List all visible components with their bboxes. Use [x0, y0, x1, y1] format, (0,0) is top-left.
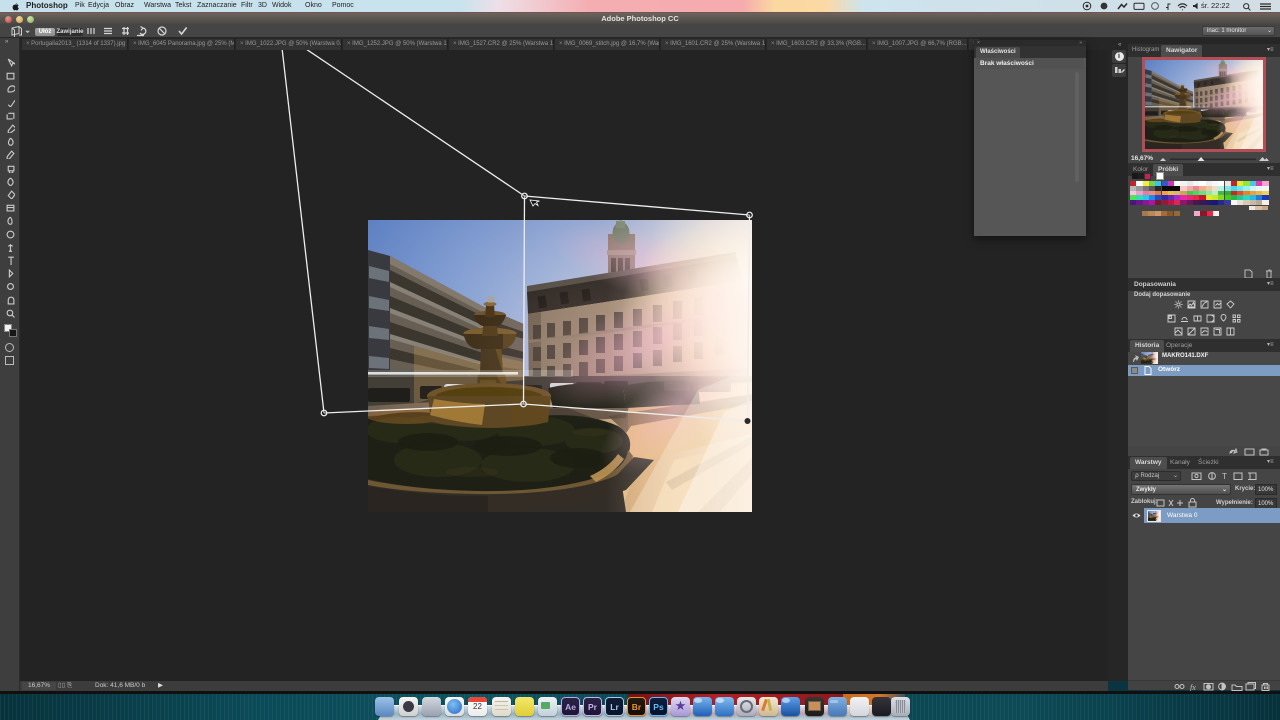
svg-text:fx: fx [1190, 683, 1196, 691]
svg-text:T: T [1222, 472, 1227, 481]
